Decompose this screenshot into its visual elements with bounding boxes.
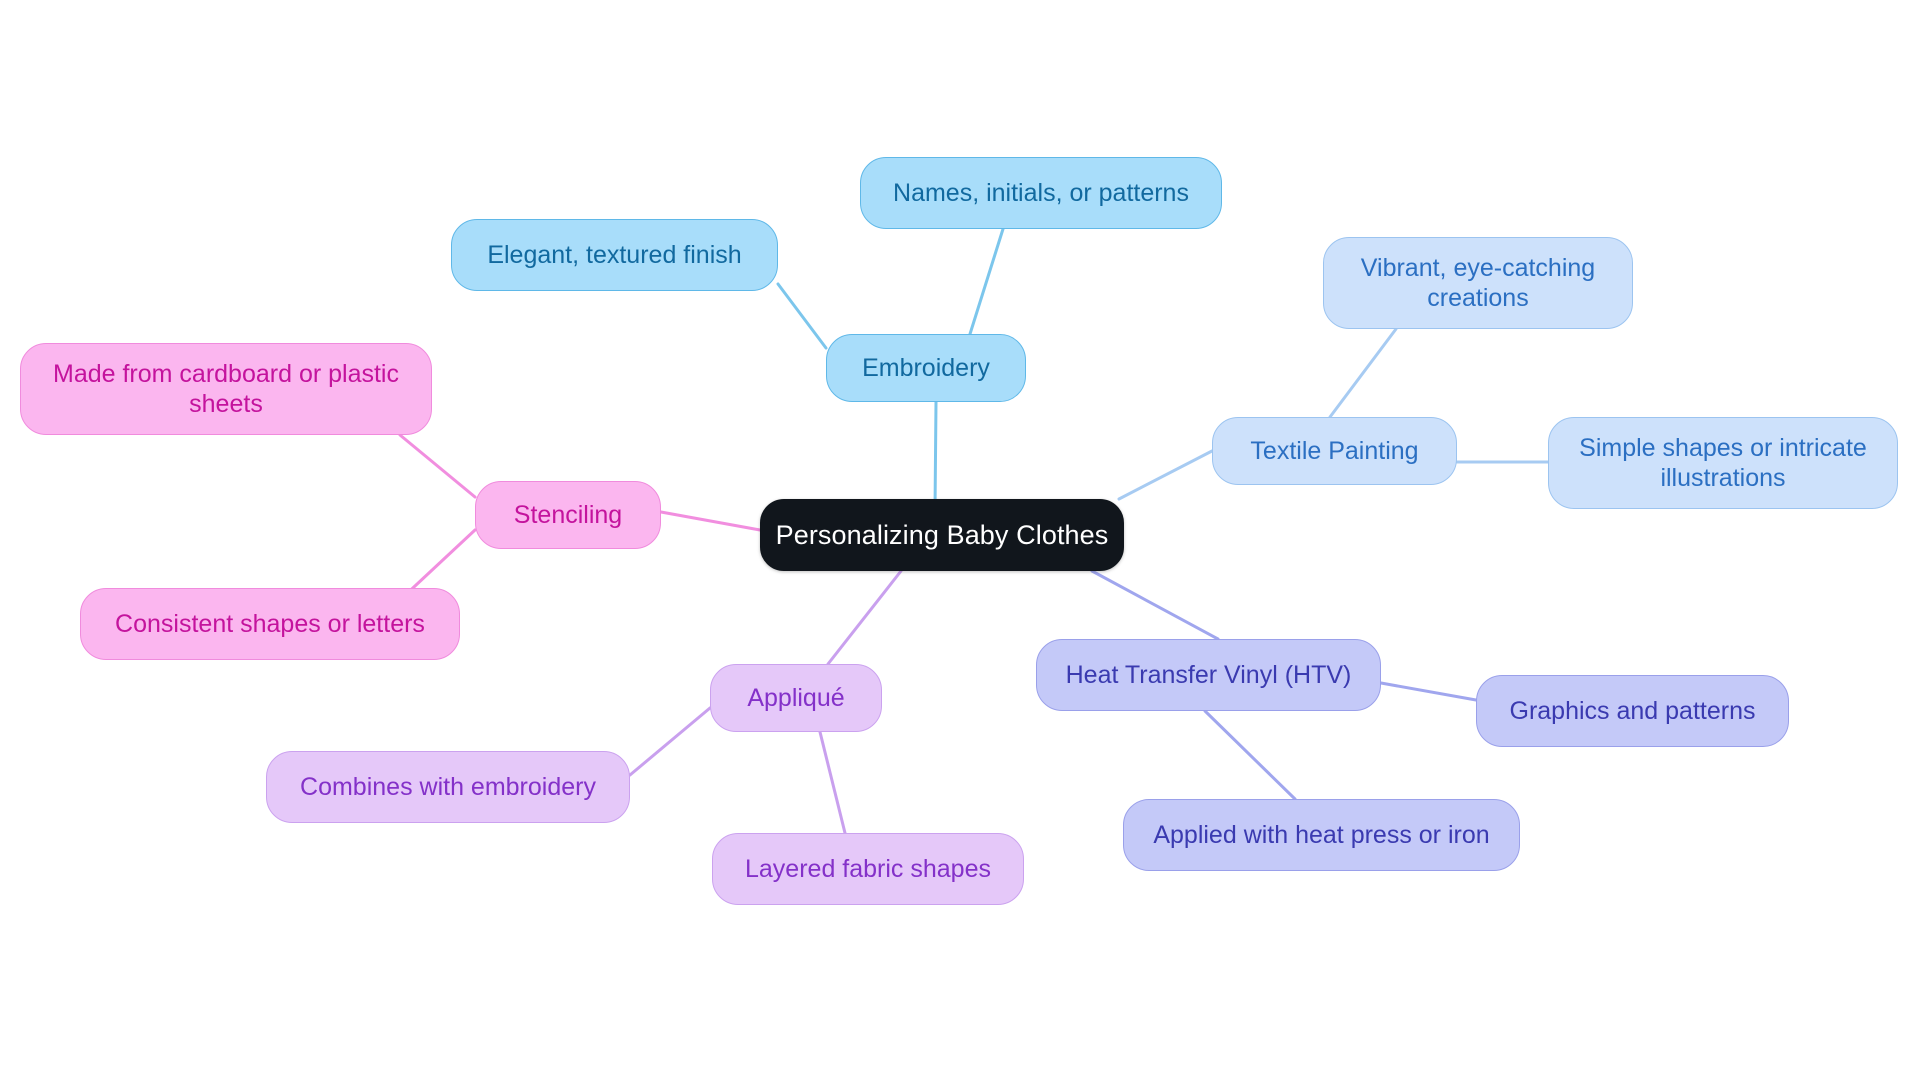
mindmap-leaf-embroidery-names[interactable]: Names, initials, or patterns — [860, 157, 1222, 229]
node-label: Simple shapes or intricate illustrations — [1579, 433, 1867, 493]
node-label: Made from cardboard or plastic sheets — [53, 359, 399, 419]
node-label: Vibrant, eye-catching creations — [1360, 253, 1596, 313]
edge-embroidery-names — [968, 227, 1005, 336]
edge-root-embroidery — [933, 400, 938, 512]
node-label: Elegant, textured finish — [487, 240, 742, 269]
edge-root-applique — [826, 569, 903, 666]
mindmap-branch-textile-painting[interactable]: Textile Painting — [1212, 417, 1457, 485]
mindmap-leaf-stenciling-consistent[interactable]: Consistent shapes or letters — [80, 588, 460, 660]
mindmap-leaf-htv-graphics[interactable]: Graphics and patterns — [1476, 675, 1789, 747]
edge-root-stenciling — [659, 510, 762, 532]
mindmap-branch-embroidery[interactable]: Embroidery — [826, 334, 1026, 402]
mindmap-leaf-htv-applied[interactable]: Applied with heat press or iron — [1123, 799, 1520, 871]
node-label: Stenciling — [513, 500, 623, 529]
mindmap-leaf-embroidery-elegant[interactable]: Elegant, textured finish — [451, 219, 778, 291]
mindmap-leaf-applique-layered[interactable]: Layered fabric shapes — [712, 833, 1024, 905]
node-label: Applied with heat press or iron — [1153, 820, 1490, 849]
mindmap-branch-applique[interactable]: Appliqué — [710, 664, 882, 732]
node-label: Personalizing Baby Clothes — [775, 519, 1109, 550]
mindmap-leaf-stenciling-made[interactable]: Made from cardboard or plastic sheets — [20, 343, 432, 435]
edge-embroidery-elegant — [776, 282, 828, 350]
node-label: Textile Painting — [1250, 436, 1419, 465]
edge-htv-applied — [1203, 709, 1297, 801]
node-label: Heat Transfer Vinyl (HTV) — [1065, 660, 1352, 689]
mindmap-leaf-textile-simple[interactable]: Simple shapes or intricate illustrations — [1548, 417, 1898, 509]
mindmap-root-node[interactable]: Personalizing Baby Clothes — [760, 499, 1124, 571]
node-label: Layered fabric shapes — [745, 854, 991, 883]
mindmap-leaf-applique-combines[interactable]: Combines with embroidery — [266, 751, 630, 823]
node-label: Appliqué — [747, 683, 845, 712]
edge-root-htv — [1090, 569, 1220, 641]
mindmap-branch-stenciling[interactable]: Stenciling — [475, 481, 661, 549]
node-label: Names, initials, or patterns — [893, 178, 1189, 207]
node-label: Combines with embroidery — [300, 772, 596, 801]
edge-stenciling-made — [398, 433, 477, 499]
mindmap-branch-htv[interactable]: Heat Transfer Vinyl (HTV) — [1036, 639, 1381, 711]
mindmap-canvas: Personalizing Baby Clothes Embroidery Name… — [0, 0, 1920, 1083]
node-label: Consistent shapes or letters — [115, 609, 425, 638]
edge-applique-layered — [818, 730, 847, 835]
node-label: Embroidery — [862, 353, 990, 382]
mindmap-leaf-textile-vibrant[interactable]: Vibrant, eye-catching creations — [1323, 237, 1633, 329]
edge-htv-graphics — [1379, 681, 1478, 702]
edge-root-textile — [1117, 449, 1214, 501]
edge-applique-combines — [628, 706, 712, 777]
node-label: Graphics and patterns — [1509, 696, 1756, 725]
edge-textile-vibrant — [1328, 327, 1398, 419]
